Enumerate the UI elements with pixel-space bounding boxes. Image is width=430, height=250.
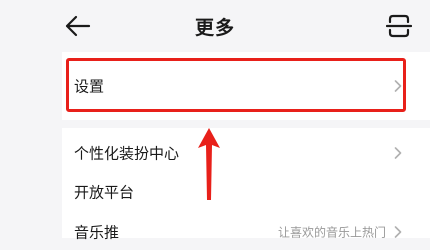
menu-item-music-promo[interactable]: 音乐推 让喜欢的音乐上热门 [62,214,430,250]
menu-card: 个性化装扮中心 开放平台 音乐推 让喜欢的音乐上热门 [62,128,430,242]
menu-item-label: 音乐推 [74,223,120,242]
settings-row-label: 设置 [74,77,105,96]
scan-button[interactable] [385,13,413,39]
settings-card: 设置 [62,52,430,120]
menu-item-label: 开放平台 [74,183,135,202]
scan-icon [385,14,413,38]
menu-item-open-platform[interactable]: 开放平台 [62,174,430,210]
menu-item-label: 个性化装扮中心 [74,144,180,163]
menu-item-hint: 让喜欢的音乐上热门 [277,225,386,240]
page-title: 更多 [194,17,235,39]
chevron-right-icon [394,226,402,238]
top-bar: 更多 [0,0,430,52]
settings-row[interactable]: 设置 [62,68,430,104]
menu-item-personalization[interactable]: 个性化装扮中心 [62,135,430,171]
chevron-right-icon [394,80,402,92]
chevron-right-icon [394,147,402,159]
